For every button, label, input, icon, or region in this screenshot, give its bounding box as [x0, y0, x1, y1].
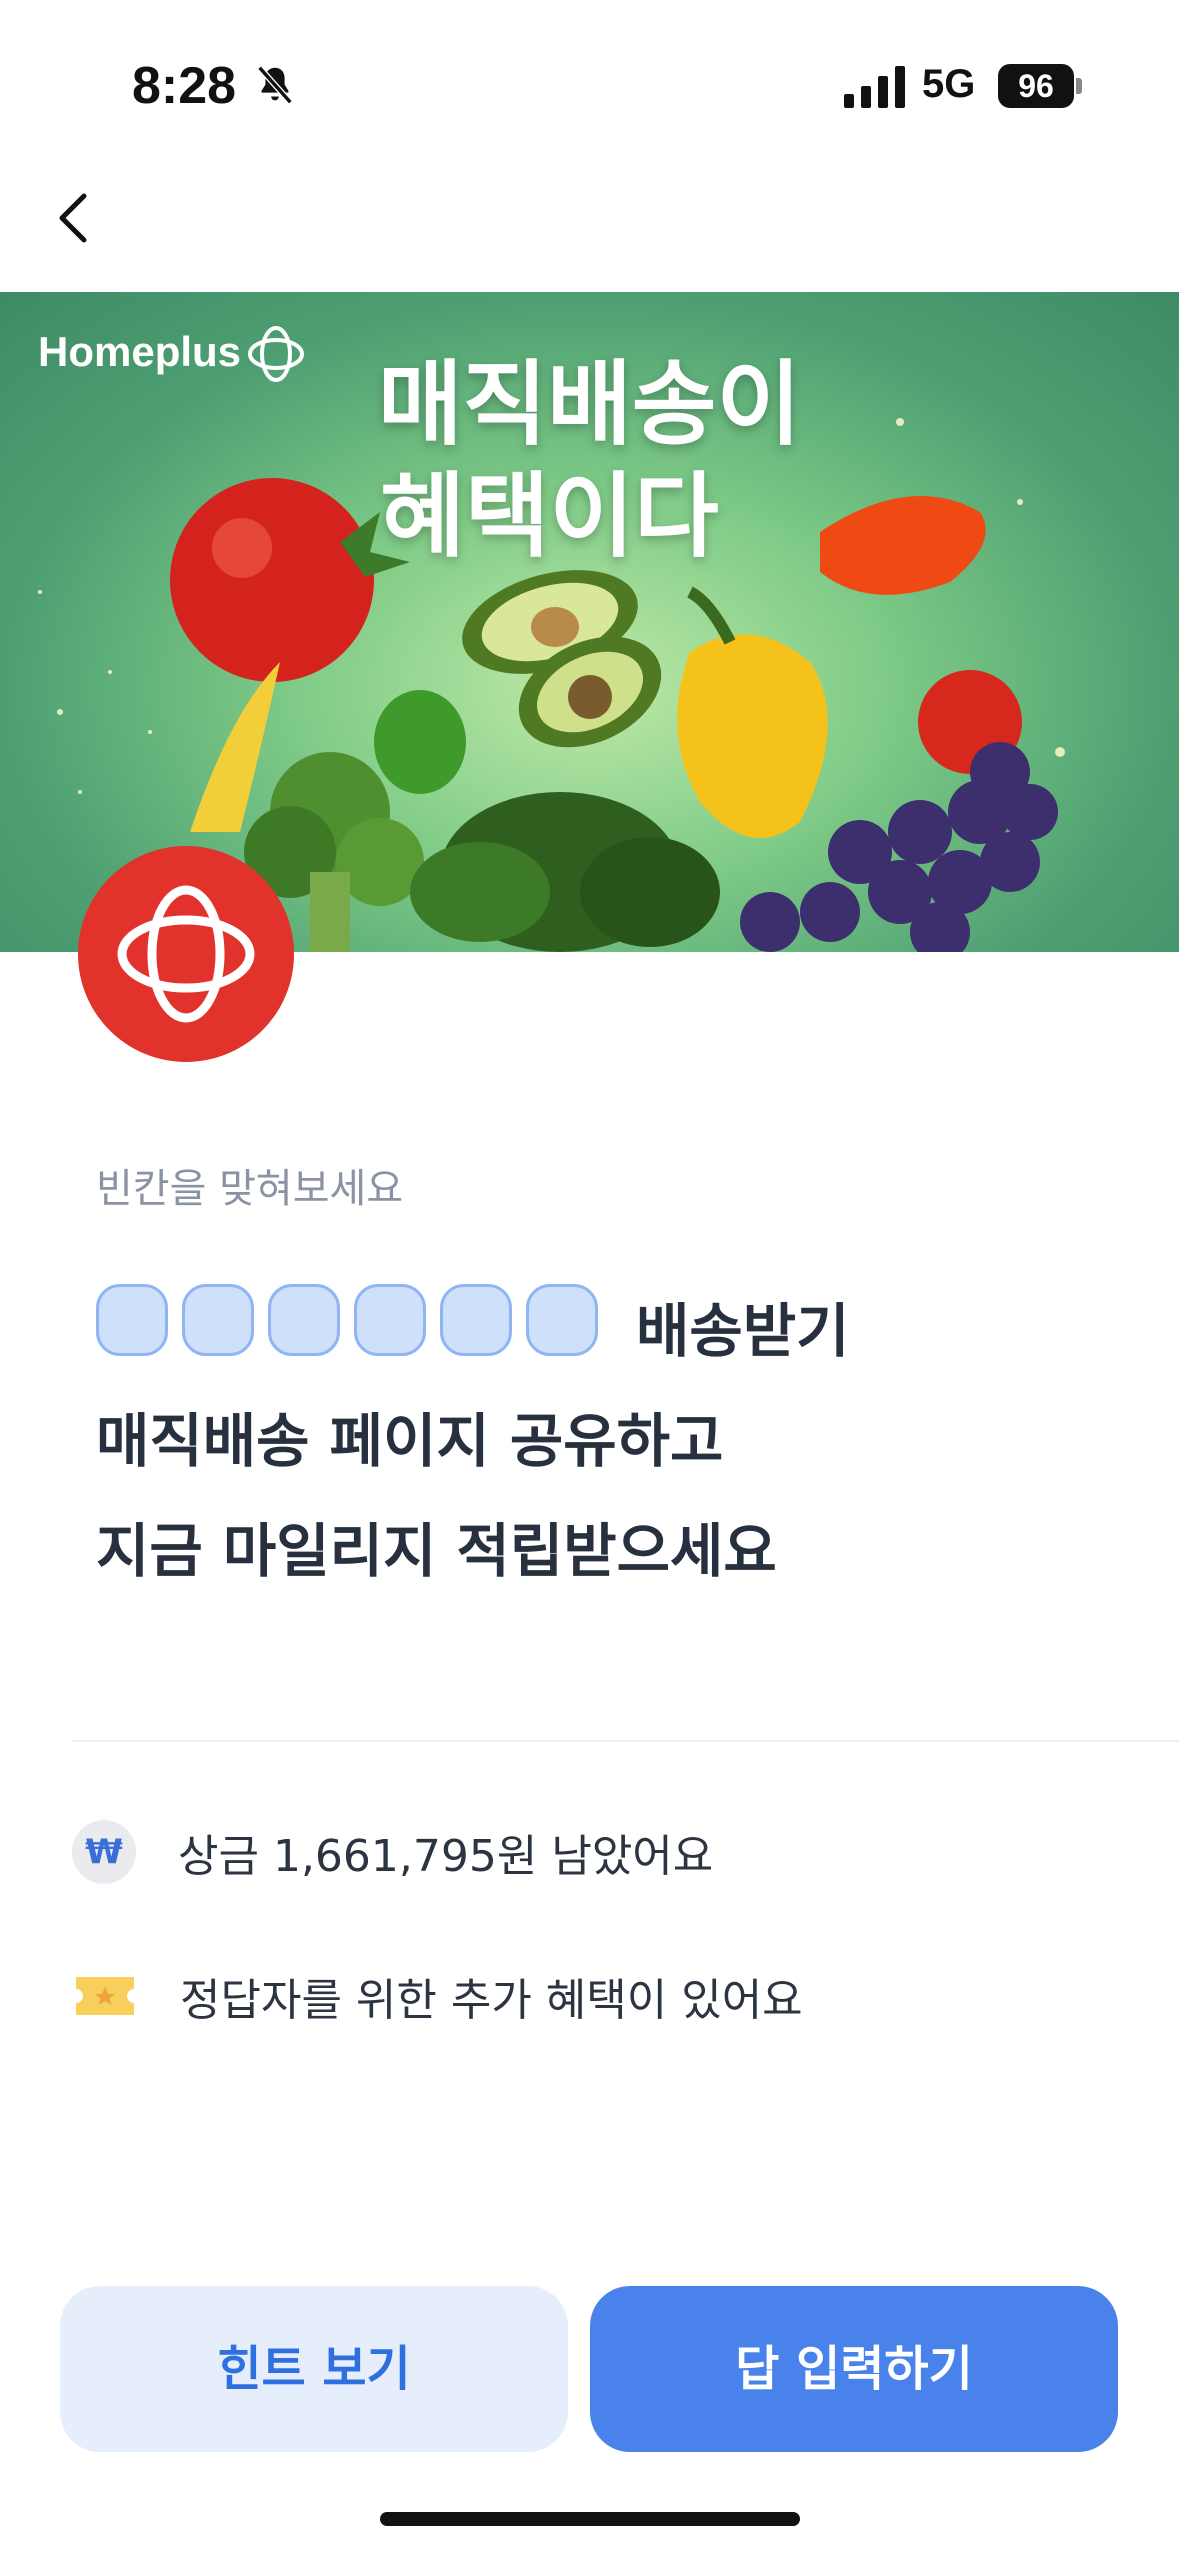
hint-button[interactable]: 힌트 보기: [60, 2286, 568, 2452]
question-line3: 지금 마일리지 적립받으세요: [96, 1517, 777, 1585]
bell-slash-icon: [257, 65, 293, 105]
answer-blank: [96, 1284, 168, 1356]
answer-blank: [268, 1284, 340, 1356]
enter-answer-button[interactable]: 답 입력하기: [590, 2286, 1118, 2452]
bonus-benefit-text: 정답자를 위한 추가 혜택이 있어요: [180, 1975, 803, 2026]
home-indicator[interactable]: [380, 2512, 800, 2526]
question-line1-suffix: 배송받기: [636, 1297, 850, 1365]
ticket-icon: [76, 1977, 134, 2015]
chevron-left-icon[interactable]: [40, 182, 112, 254]
answer-blanks: [96, 1280, 612, 1360]
prize-remaining-text: 상금 1,661,795원 남았어요: [178, 1831, 714, 1882]
network-label: 5G: [922, 62, 976, 106]
status-time: 8:28: [132, 57, 237, 115]
banner-headline-line2: 혜택이다: [380, 463, 719, 570]
bonus-info-row: 정답자를 위한 추가 혜택이 있어요: [72, 1958, 803, 2034]
question-line2: 매직배송 페이지 공유하고: [96, 1407, 724, 1475]
divider: [72, 1740, 1179, 1742]
battery-icon: 96: [998, 64, 1074, 108]
answer-blank: [182, 1284, 254, 1356]
quiz-prompt: 빈칸을 맞혀보세요: [96, 1166, 404, 1212]
answer-blank: [526, 1284, 598, 1356]
advertiser-logo: [78, 846, 294, 1062]
answer-blank: [354, 1284, 426, 1356]
battery-tip: [1076, 78, 1082, 94]
prize-info-row: ₩ 상금 1,661,795원 남았어요: [72, 1814, 713, 1890]
signal-icon: [844, 66, 905, 108]
status-bar: 8:28 5G 96: [0, 0, 1179, 170]
homeplus-logo-icon: [117, 885, 255, 1023]
answer-blank: [440, 1284, 512, 1356]
won-coin-icon: ₩: [72, 1820, 136, 1884]
